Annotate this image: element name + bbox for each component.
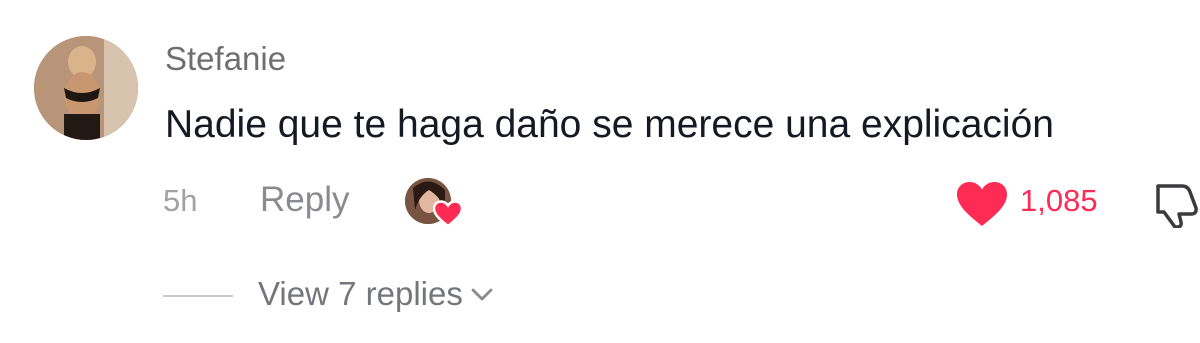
- thumbs-down-icon[interactable]: [1152, 180, 1200, 228]
- creator-liked-badge: [405, 178, 465, 228]
- avatar-image: [34, 36, 138, 140]
- view-replies-button[interactable]: View 7 replies: [258, 275, 495, 313]
- reply-button[interactable]: Reply: [260, 180, 349, 220]
- view-replies-label: View 7 replies: [258, 275, 463, 312]
- comment-time: 5h: [163, 183, 198, 218]
- comment-username[interactable]: Stefanie: [165, 40, 286, 78]
- chevron-down-icon: [471, 288, 493, 301]
- replies-divider: [163, 295, 233, 297]
- user-avatar[interactable]: [34, 36, 138, 140]
- like-count: 1,085: [1020, 183, 1098, 218]
- heart-icon[interactable]: [955, 180, 1009, 228]
- heart-icon: [433, 200, 463, 228]
- comment-text: Nadie que te haga daño se merece una exp…: [165, 103, 1054, 146]
